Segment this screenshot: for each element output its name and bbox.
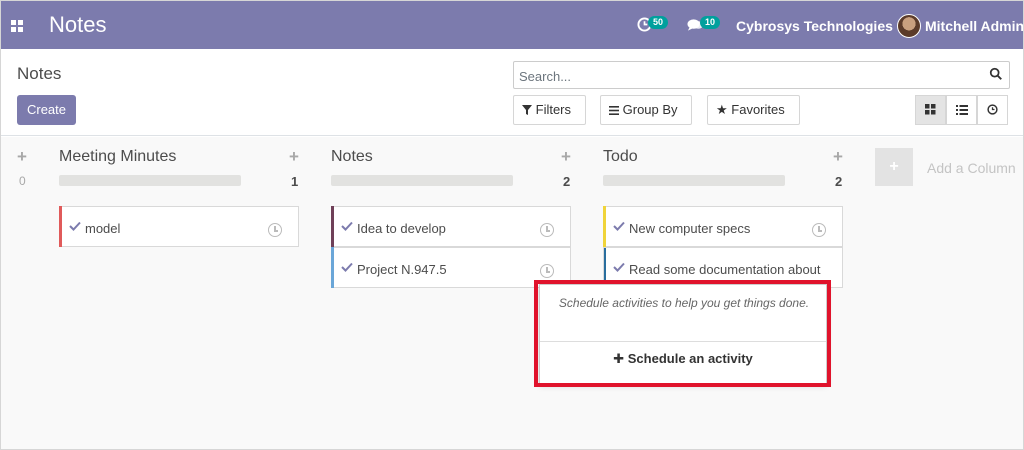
card-title: Idea to develop (357, 221, 446, 236)
group-by-label: Group By (622, 102, 678, 117)
notes-app-window: Notes 50 10 Cybrosys Technologies Mitche… (0, 0, 1024, 450)
add-column-label[interactable]: Add a Column (927, 160, 1016, 176)
column-add-plus-icon[interactable]: + (561, 147, 571, 167)
checkmark-icon (341, 221, 353, 231)
filter-icon (522, 105, 532, 115)
column-add-plus-icon[interactable]: + (289, 147, 299, 167)
card-color-bar (331, 206, 334, 247)
column-progress-bar (59, 175, 241, 186)
column-progress-bar (331, 175, 513, 186)
activity-clock-icon[interactable] (812, 223, 826, 237)
message-count-badge: 10 (700, 16, 721, 29)
kanban-card[interactable]: Idea to develop (331, 206, 571, 247)
search-box (513, 61, 1010, 89)
filters-button[interactable]: Filters (513, 95, 586, 125)
column-title[interactable]: Meeting Minutes (59, 148, 176, 166)
card-title: Read some documentation about (629, 262, 821, 277)
checkmark-icon (69, 221, 81, 231)
user-avatar[interactable] (897, 14, 921, 38)
checkmark-icon (613, 262, 625, 272)
app-title[interactable]: Notes (49, 12, 106, 38)
add-column-plus-button[interactable]: + (875, 148, 913, 186)
kanban-view-button[interactable] (915, 95, 946, 125)
column-record-count: 2 (835, 174, 843, 189)
activity-clock-icon[interactable] (268, 223, 282, 237)
card-color-bar (331, 247, 334, 288)
card-title: model (85, 221, 121, 236)
user-menu[interactable]: Mitchell Admin (925, 18, 1023, 34)
column-record-count: 2 (563, 174, 571, 189)
search-input[interactable] (519, 66, 979, 86)
create-button[interactable]: Create (17, 95, 76, 125)
kanban-card[interactable]: New computer specs (603, 206, 843, 247)
search-icon[interactable] (989, 67, 1003, 81)
kanban-view-icon (925, 104, 936, 115)
kanban-board: + Meeting Minutes + 0 1 model Notes + 2 … (1, 137, 1023, 449)
card-title: New computer specs (629, 221, 751, 236)
activity-count-badge: 50 (648, 16, 669, 29)
list-view-button[interactable] (946, 95, 977, 125)
card-color-bar (603, 206, 606, 247)
activity-view-button[interactable] (977, 95, 1008, 125)
filters-label: Filters (535, 102, 572, 117)
checkmark-icon (613, 221, 625, 231)
activity-view-icon (987, 104, 998, 115)
company-switcher[interactable]: Cybrosys Technologies (736, 18, 893, 34)
favorites-label: Favorites (731, 102, 785, 117)
card-title: Project N.947.5 (357, 262, 447, 277)
quick-create-plus-icon[interactable]: + (17, 147, 27, 167)
column-title[interactable]: Notes (331, 148, 373, 166)
column-add-plus-icon[interactable]: + (833, 147, 843, 167)
column-title[interactable]: Todo (603, 148, 638, 166)
control-panel: Notes Create Filters Group By ★ Favorite… (1, 49, 1023, 136)
column-zero-count: 0 (19, 174, 26, 188)
group-by-button[interactable]: Group By (600, 95, 692, 125)
column-progress-bar (603, 175, 785, 186)
star-icon: ★ (716, 102, 728, 117)
kanban-card[interactable]: model (59, 206, 299, 247)
list-view-icon (955, 105, 968, 115)
activity-clock-icon[interactable] (540, 223, 554, 237)
apps-menu-icon[interactable] (11, 20, 23, 32)
highlight-frame (534, 280, 831, 387)
top-navbar: Notes 50 10 Cybrosys Technologies Mitche… (1, 1, 1023, 49)
activity-clock-icon[interactable] (540, 264, 554, 278)
checkmark-icon (341, 262, 353, 272)
breadcrumb: Notes (17, 64, 62, 83)
group-by-icon (609, 106, 619, 115)
favorites-button[interactable]: ★ Favorites (707, 95, 800, 125)
column-record-count: 1 (291, 174, 299, 189)
card-color-bar (59, 206, 62, 247)
